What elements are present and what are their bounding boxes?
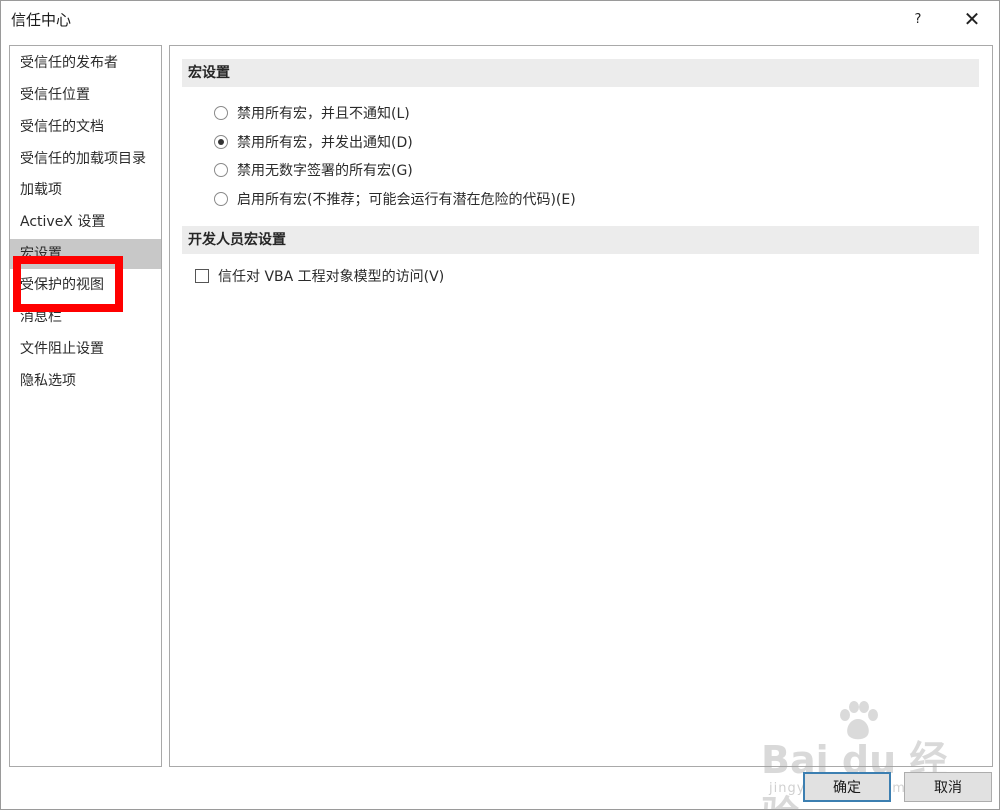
sidebar: 受信任的发布者 受信任位置 受信任的文档 受信任的加载项目录 加载项 Activ… (9, 45, 162, 767)
sidebar-item-privacy-options[interactable]: 隐私选项 (10, 367, 161, 395)
radio-label: 禁用无数字签署的所有宏(G) (237, 163, 413, 179)
dialog-title: 信任中心 (11, 11, 72, 29)
checkbox[interactable] (195, 269, 209, 283)
sidebar-item-trusted-addin-catalogs[interactable]: 受信任的加载项目录 (10, 145, 161, 173)
sidebar-item-trusted-publishers[interactable]: 受信任的发布者 (10, 49, 161, 77)
sidebar-item-addins[interactable]: 加载项 (10, 176, 161, 204)
main-panel: 宏设置 禁用所有宏，并且不通知(L) 禁用所有宏，并发出通知(D) 禁用无数字签… (169, 45, 993, 767)
radio-label: 禁用所有宏，并且不通知(L) (237, 106, 410, 122)
annotation-highlight-box (13, 256, 123, 312)
radio-button-checked[interactable] (214, 135, 228, 149)
title-bar: 信任中心 ? ✕ (1, 1, 999, 37)
developer-macro-settings-header: 开发人员宏设置 (182, 226, 979, 254)
radio-button[interactable] (214, 163, 228, 177)
radio-enable-all[interactable]: 启用所有宏(不推荐；可能会运行有潜在危险的代码)(E) (214, 189, 576, 209)
ok-button[interactable]: 确定 (803, 772, 891, 802)
radio-disable-all-notify[interactable]: 禁用所有宏，并发出通知(D) (214, 132, 413, 152)
radio-disable-except-signed[interactable]: 禁用无数字签署的所有宏(G) (214, 160, 413, 180)
sidebar-item-file-block-settings[interactable]: 文件阻止设置 (10, 335, 161, 363)
help-button[interactable]: ? (904, 7, 932, 31)
cancel-button[interactable]: 取消 (904, 772, 992, 802)
checkbox-label: 信任对 VBA 工程对象模型的访问(V) (218, 269, 445, 285)
sidebar-item-activex-settings[interactable]: ActiveX 设置 (10, 208, 161, 236)
radio-label: 启用所有宏(不推荐；可能会运行有潜在危险的代码)(E) (237, 192, 576, 208)
radio-button[interactable] (214, 106, 228, 120)
radio-button[interactable] (214, 192, 228, 206)
radio-disable-all-no-notify[interactable]: 禁用所有宏，并且不通知(L) (214, 103, 410, 123)
sidebar-item-trusted-documents[interactable]: 受信任的文档 (10, 113, 161, 141)
trust-vba-access-checkbox-row[interactable]: 信任对 VBA 工程对象模型的访问(V) (195, 266, 444, 286)
close-button[interactable]: ✕ (958, 7, 986, 31)
macro-settings-header: 宏设置 (182, 59, 979, 87)
radio-label: 禁用所有宏，并发出通知(D) (237, 135, 413, 151)
trust-center-dialog: 信任中心 ? ✕ 受信任的发布者 受信任位置 受信任的文档 受信任的加载项目录 … (0, 0, 1000, 810)
sidebar-item-trusted-locations[interactable]: 受信任位置 (10, 81, 161, 109)
